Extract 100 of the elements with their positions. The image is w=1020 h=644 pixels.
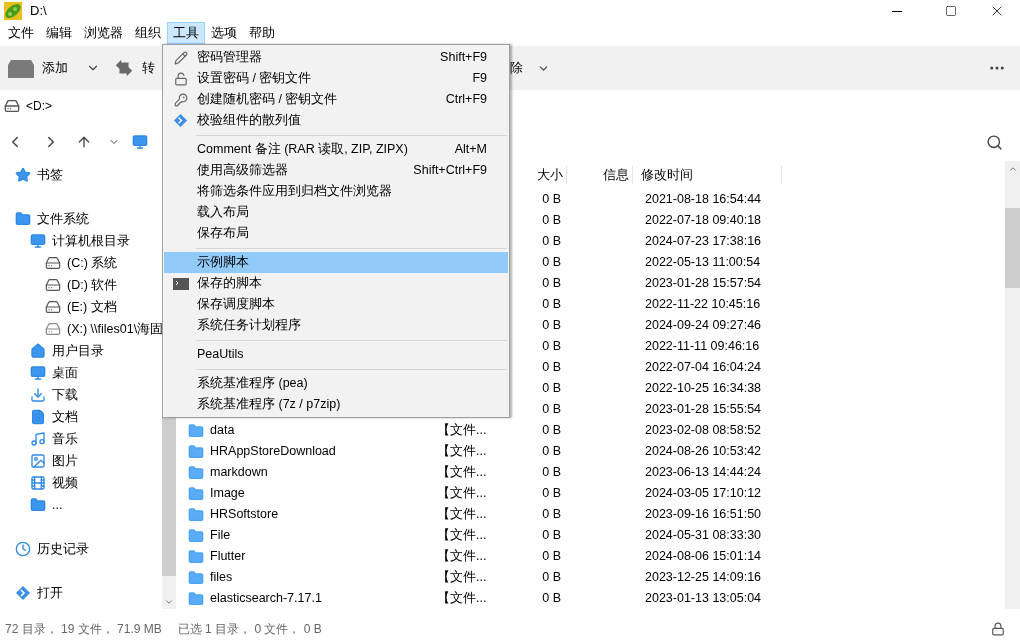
- column-header[interactable]: 大小: [527, 165, 567, 185]
- status-text: 已选 1 目录， 0 文件， 0 B: [177, 621, 322, 638]
- table-cell: 2023-12-25 14:09:16: [645, 570, 762, 585]
- menu-item[interactable]: 校验组件的散列值: [164, 110, 508, 131]
- table-cell: 2024-08-06 15:01:14: [645, 549, 762, 564]
- column-header[interactable]: 信息: [567, 165, 633, 185]
- sidebar-item[interactable]: (D:) 软件: [0, 274, 162, 296]
- lock-icon[interactable]: [991, 622, 1005, 636]
- swap-arrows-icon: [114, 58, 134, 78]
- menu-bar-item[interactable]: 工具: [167, 22, 205, 44]
- add-button[interactable]: 添加: [8, 58, 68, 78]
- menu-item[interactable]: 系统任务计划程序: [164, 315, 508, 336]
- folder-icon: [188, 443, 204, 460]
- file-name[interactable]: HRAppStoreDownload: [210, 442, 336, 461]
- convert-button[interactable]: 转: [114, 58, 155, 78]
- menu-item[interactable]: 使用高级筛选器 Shift+Ctrl+F9: [164, 160, 508, 181]
- table-cell: 0 B: [542, 381, 561, 396]
- monitor-icon[interactable]: [132, 134, 148, 150]
- sidebar-item[interactable]: 图片: [0, 450, 162, 472]
- menu-bar-item[interactable]: 编辑: [40, 22, 78, 44]
- scroll-thumb[interactable]: [1005, 208, 1020, 288]
- address-text[interactable]: <D:>: [26, 97, 52, 115]
- sidebar-item[interactable]: 下载: [0, 384, 162, 406]
- menu-bar-item[interactable]: 文件: [2, 22, 40, 44]
- house-icon: [30, 343, 46, 359]
- sidebar-item[interactable]: 桌面: [0, 362, 162, 384]
- scrollbar[interactable]: [1005, 161, 1020, 609]
- column-header[interactable]: 修改时间: [633, 165, 782, 185]
- file-name[interactable]: File: [210, 526, 231, 545]
- menu-item[interactable]: 将筛选条件应用到归档文件浏览器: [164, 181, 508, 202]
- file-name[interactable]: elasticsearch-7.17.1: [210, 589, 322, 608]
- menu-item[interactable]: Comment 备注 (RAR 读取, ZIP, ZIPX) Alt+M: [164, 139, 508, 160]
- monitor-icon: [30, 233, 46, 249]
- sidebar-item[interactable]: (E:) 文档: [0, 296, 162, 318]
- table-cell: 【文件...: [437, 570, 487, 585]
- file-name[interactable]: markdown: [210, 463, 268, 482]
- film-icon: [30, 475, 46, 491]
- folder-icon: [30, 497, 46, 513]
- file-name[interactable]: HRSoftstore: [210, 505, 279, 524]
- sidebar-item[interactable]: (C:) 系统: [0, 252, 162, 274]
- menu-item[interactable]: 示例脚本: [164, 252, 508, 273]
- sidebar-item[interactable]: 计算机根目录: [0, 230, 162, 252]
- delete-button[interactable]: 除: [510, 58, 523, 78]
- table-cell: 0 B: [542, 444, 561, 459]
- diamond-arrow-icon: [15, 585, 31, 601]
- table-cell: 2022-11-11 09:46:16: [645, 339, 760, 354]
- menu-item[interactable]: 保存的脚本: [164, 273, 508, 294]
- drive-icon: [45, 277, 61, 293]
- monitor-icon: [30, 365, 46, 381]
- folder-icon: [188, 506, 204, 523]
- menu-item[interactable]: 保存布局: [164, 223, 508, 244]
- table-cell: 0 B: [542, 528, 561, 543]
- drive-icon: [45, 299, 61, 315]
- menu-item[interactable]: 保存调度脚本: [164, 294, 508, 315]
- file-name[interactable]: Flutter: [210, 547, 246, 566]
- scroll-up-icon[interactable]: [1007, 164, 1018, 174]
- table-cell: 【文件...: [437, 591, 487, 606]
- file-name[interactable]: data: [210, 421, 235, 440]
- sidebar-item[interactable]: 历史记录: [0, 538, 162, 560]
- table-cell: 0 B: [542, 192, 561, 207]
- sidebar-item[interactable]: 打开: [0, 582, 162, 604]
- table-cell: 【文件...: [437, 549, 487, 564]
- pea-pod-logo: [4, 2, 22, 20]
- menu-item[interactable]: 载入布局: [164, 202, 508, 223]
- menu-item[interactable]: 创建随机密码 / 密钥文件 Ctrl+F9: [164, 89, 508, 110]
- scroll-down-icon[interactable]: [164, 597, 174, 607]
- maximize-icon: [945, 5, 957, 17]
- sidebar-item[interactable]: 音乐: [0, 428, 162, 450]
- download-icon: [30, 387, 46, 403]
- table-cell: 2022-05-13 11:00:54: [645, 255, 761, 270]
- menu-item[interactable]: 设置密码 / 密钥文件 F9: [164, 68, 508, 89]
- menu-bar-item[interactable]: 组织: [129, 22, 167, 44]
- table-cell: 0 B: [542, 318, 561, 333]
- menu-bar-item[interactable]: 帮助: [243, 22, 281, 44]
- file-name[interactable]: files: [210, 568, 233, 587]
- table-cell: 0 B: [542, 360, 561, 375]
- file-name[interactable]: Image: [210, 484, 245, 503]
- menu-bar-item[interactable]: 选项: [205, 22, 243, 44]
- sidebar-item[interactable]: ...: [0, 494, 162, 516]
- folder-icon: [188, 527, 204, 544]
- table-cell: 0 B: [542, 255, 561, 270]
- search-icon[interactable]: [986, 133, 1003, 151]
- menu-item[interactable]: 密码管理器 Shift+F9: [164, 47, 508, 68]
- menu-item[interactable]: PeaUtils: [164, 344, 508, 365]
- sidebar-item[interactable]: 用户目录: [0, 340, 162, 362]
- table-cell: 0 B: [542, 297, 561, 312]
- sidebar-item[interactable]: 文档: [0, 406, 162, 428]
- sidebar-item[interactable]: (X:) \\files01\海固: [0, 318, 162, 340]
- lock-icon: [173, 71, 188, 86]
- table-cell: 0 B: [542, 570, 561, 585]
- drive-icon: [45, 255, 61, 271]
- folder-icon: [188, 590, 204, 607]
- menu-item[interactable]: 系统基准程序 (7z / p7zip): [164, 394, 508, 415]
- sidebar-item[interactable]: 文件系统: [0, 208, 162, 230]
- table-cell: 0 B: [542, 465, 561, 480]
- sidebar-item[interactable]: 视频: [0, 472, 162, 494]
- menu-item[interactable]: 系统基准程序 (pea): [164, 373, 508, 394]
- menu-bar-item[interactable]: 浏览器: [78, 22, 129, 44]
- sidebar-item[interactable]: 书签: [0, 164, 162, 186]
- table-cell: 0 B: [542, 213, 561, 228]
